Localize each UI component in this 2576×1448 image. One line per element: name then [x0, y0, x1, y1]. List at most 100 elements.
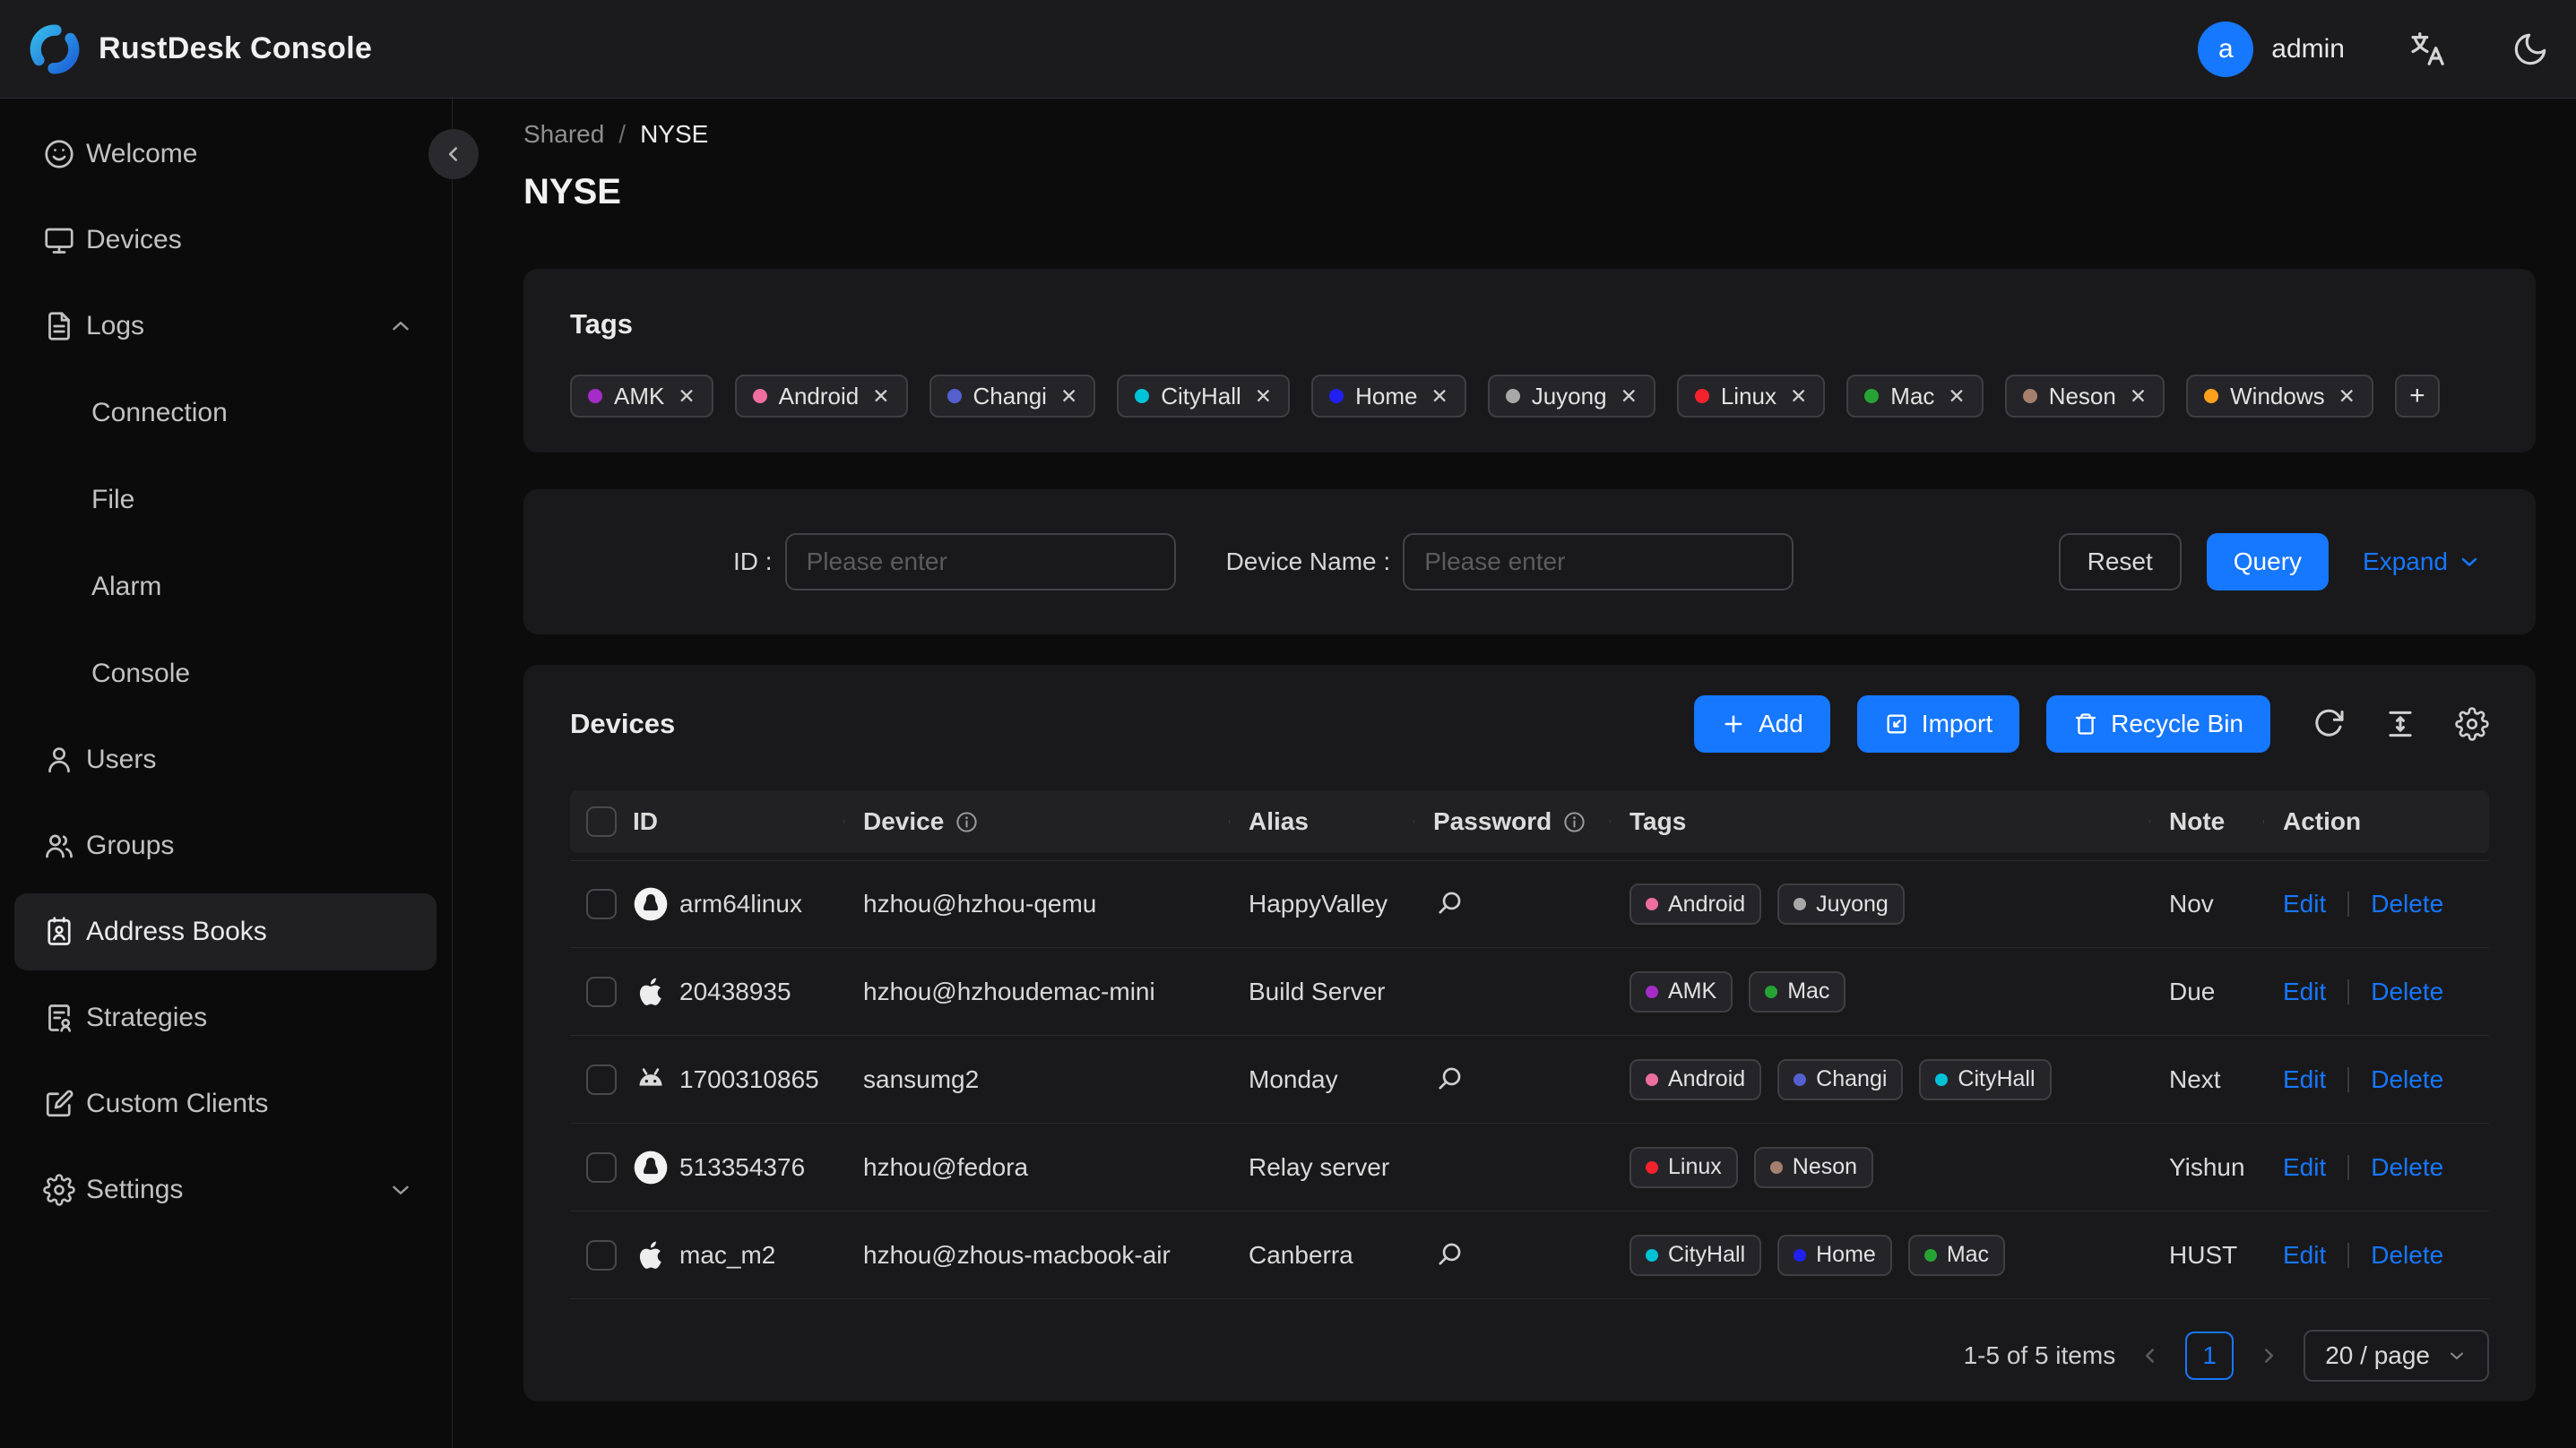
- edit-link[interactable]: Edit: [2283, 1153, 2326, 1182]
- tag-chip: Android: [1629, 1058, 1762, 1100]
- view-password-icon[interactable]: [1433, 889, 1464, 919]
- edit-link[interactable]: Edit: [2283, 1065, 2326, 1094]
- tags-card-title: Tags: [570, 308, 634, 340]
- close-icon[interactable]: ✕: [678, 384, 695, 409]
- address-book-icon: [48, 917, 71, 945]
- sidebar-item-alarm[interactable]: Alarm: [0, 543, 452, 630]
- sidebar: Welcome Devices Logs Connection File Ala…: [0, 99, 453, 1448]
- tags-cell: Linux Neson: [1610, 1146, 2149, 1188]
- sidebar-collapse-button[interactable]: [428, 129, 479, 179]
- devices-table: ID Device Alias Password Tags Note Actio…: [570, 790, 2489, 1299]
- row-checkbox[interactable]: [586, 976, 617, 1007]
- user-name[interactable]: admin: [2271, 34, 2345, 65]
- sidebar-item-connection[interactable]: Connection: [0, 369, 452, 456]
- tag-chip-neson[interactable]: Neson ✕: [2004, 375, 2165, 418]
- refresh-icon[interactable]: [2312, 707, 2346, 741]
- close-icon[interactable]: ✕: [2338, 384, 2356, 409]
- delete-link[interactable]: Delete: [2371, 890, 2443, 918]
- import-button[interactable]: Import: [1856, 695, 2020, 753]
- delete-link[interactable]: Delete: [2371, 978, 2443, 1006]
- delete-link[interactable]: Delete: [2371, 1153, 2443, 1182]
- tag-chip-linux[interactable]: Linux ✕: [1676, 375, 1826, 418]
- page-number-button[interactable]: 1: [2185, 1332, 2235, 1380]
- close-icon[interactable]: ✕: [1948, 384, 1965, 409]
- query-button[interactable]: Query: [2206, 533, 2330, 590]
- tag-chip-list: AMK ✕ Android ✕ Changi ✕ CityHall ✕ Home ✕ Ju…: [570, 375, 2489, 418]
- row-checkbox[interactable]: [586, 1064, 617, 1095]
- sidebar-item-users[interactable]: Users: [0, 717, 452, 803]
- chevron-down-icon: [2461, 557, 2477, 566]
- recycle-bin-button[interactable]: Recycle Bin: [2046, 695, 2270, 753]
- language-icon[interactable]: [2407, 29, 2449, 70]
- id-cell: 1700310865: [633, 1062, 843, 1098]
- close-icon[interactable]: ✕: [872, 384, 889, 409]
- id-filter-input[interactable]: [784, 533, 1176, 590]
- tag-chip-windows[interactable]: Windows ✕: [2186, 375, 2373, 418]
- row-checkbox[interactable]: [586, 1151, 617, 1183]
- tag-chip-juyong[interactable]: Juyong ✕: [1487, 375, 1655, 418]
- chevron-left-icon: [448, 147, 458, 161]
- info-icon[interactable]: [955, 810, 979, 834]
- smiley-icon: [45, 140, 73, 168]
- tag-color-dot: [947, 389, 962, 403]
- tags-cell: Android Juyong: [1610, 883, 2149, 925]
- close-icon[interactable]: ✕: [1790, 384, 1807, 409]
- edit-link[interactable]: Edit: [2283, 890, 2326, 918]
- apple-icon: [639, 1241, 661, 1269]
- tag-chip-changi[interactable]: Changi ✕: [929, 375, 1096, 418]
- sidebar-item-settings[interactable]: Settings: [0, 1147, 452, 1233]
- tag-chip-android[interactable]: Android ✕: [734, 375, 908, 418]
- device-name-filter-input[interactable]: [1403, 533, 1794, 590]
- select-all-checkbox[interactable]: [586, 806, 617, 837]
- tag-chip: Juyong: [1777, 883, 1905, 925]
- sidebar-item-logs[interactable]: Logs: [0, 283, 452, 369]
- view-password-icon[interactable]: [1433, 1064, 1464, 1095]
- sidebar-item-file[interactable]: File: [0, 456, 452, 543]
- info-icon[interactable]: [1562, 810, 1586, 834]
- previous-page-icon[interactable]: [2139, 1344, 2162, 1367]
- add-tag-button[interactable]: +: [2394, 375, 2440, 418]
- note-cell: Due: [2169, 977, 2216, 1005]
- delete-link[interactable]: Delete: [2371, 1241, 2443, 1270]
- add-device-button[interactable]: Add: [1693, 695, 1830, 753]
- apple-icon: [639, 978, 661, 1005]
- user-avatar[interactable]: a: [2198, 21, 2254, 77]
- sidebar-item-label: Groups: [86, 831, 175, 860]
- sidebar-item-welcome[interactable]: Welcome: [0, 111, 452, 197]
- close-icon[interactable]: ✕: [1621, 384, 1638, 409]
- edit-link[interactable]: Edit: [2283, 1241, 2326, 1270]
- tag-color-dot: [1864, 389, 1880, 403]
- delete-link[interactable]: Delete: [2371, 1065, 2443, 1094]
- sidebar-item-devices[interactable]: Devices: [0, 197, 452, 283]
- dark-mode-icon[interactable]: [2511, 30, 2549, 68]
- breadcrumb-parent[interactable]: Shared: [523, 120, 604, 149]
- tag-chip-home[interactable]: Home ✕: [1311, 375, 1466, 418]
- sidebar-item-custom-clients[interactable]: Custom Clients: [0, 1061, 452, 1147]
- tag-chip-cityhall[interactable]: CityHall ✕: [1117, 375, 1291, 418]
- sidebar-item-groups[interactable]: Groups: [0, 803, 452, 889]
- page-size-select[interactable]: 20 / page: [2304, 1330, 2489, 1382]
- column-header-note: Note: [2149, 807, 2263, 836]
- view-password-icon[interactable]: [1433, 1240, 1464, 1271]
- tag-chip-amk[interactable]: AMK ✕: [570, 375, 713, 418]
- close-icon[interactable]: ✕: [1431, 384, 1448, 409]
- expand-toggle[interactable]: Expand: [2363, 547, 2482, 576]
- row-checkbox[interactable]: [586, 1239, 617, 1271]
- row-checkbox[interactable]: [586, 889, 617, 919]
- table-settings-gear-icon[interactable]: [2455, 707, 2489, 741]
- tag-chip-mac[interactable]: Mac ✕: [1846, 375, 1984, 418]
- column-header-alias: Alias: [1229, 807, 1413, 836]
- reset-button[interactable]: Reset: [2058, 533, 2182, 590]
- close-icon[interactable]: ✕: [1060, 384, 1077, 409]
- close-icon[interactable]: ✕: [2130, 384, 2147, 409]
- sidebar-item-address-books[interactable]: Address Books: [0, 889, 452, 975]
- sidebar-item-console[interactable]: Console: [0, 630, 452, 717]
- sidebar-item-strategies[interactable]: Strategies: [0, 975, 452, 1061]
- column-header-tags: Tags: [1610, 807, 2149, 836]
- edit-link[interactable]: Edit: [2283, 978, 2326, 1006]
- next-page-icon[interactable]: [2257, 1344, 2280, 1367]
- close-icon[interactable]: ✕: [1255, 384, 1272, 409]
- row-height-icon[interactable]: [2383, 707, 2417, 741]
- tag-color-dot: [1505, 389, 1520, 403]
- device-cell: hzhou@zhous-macbook-air: [863, 1240, 1171, 1269]
